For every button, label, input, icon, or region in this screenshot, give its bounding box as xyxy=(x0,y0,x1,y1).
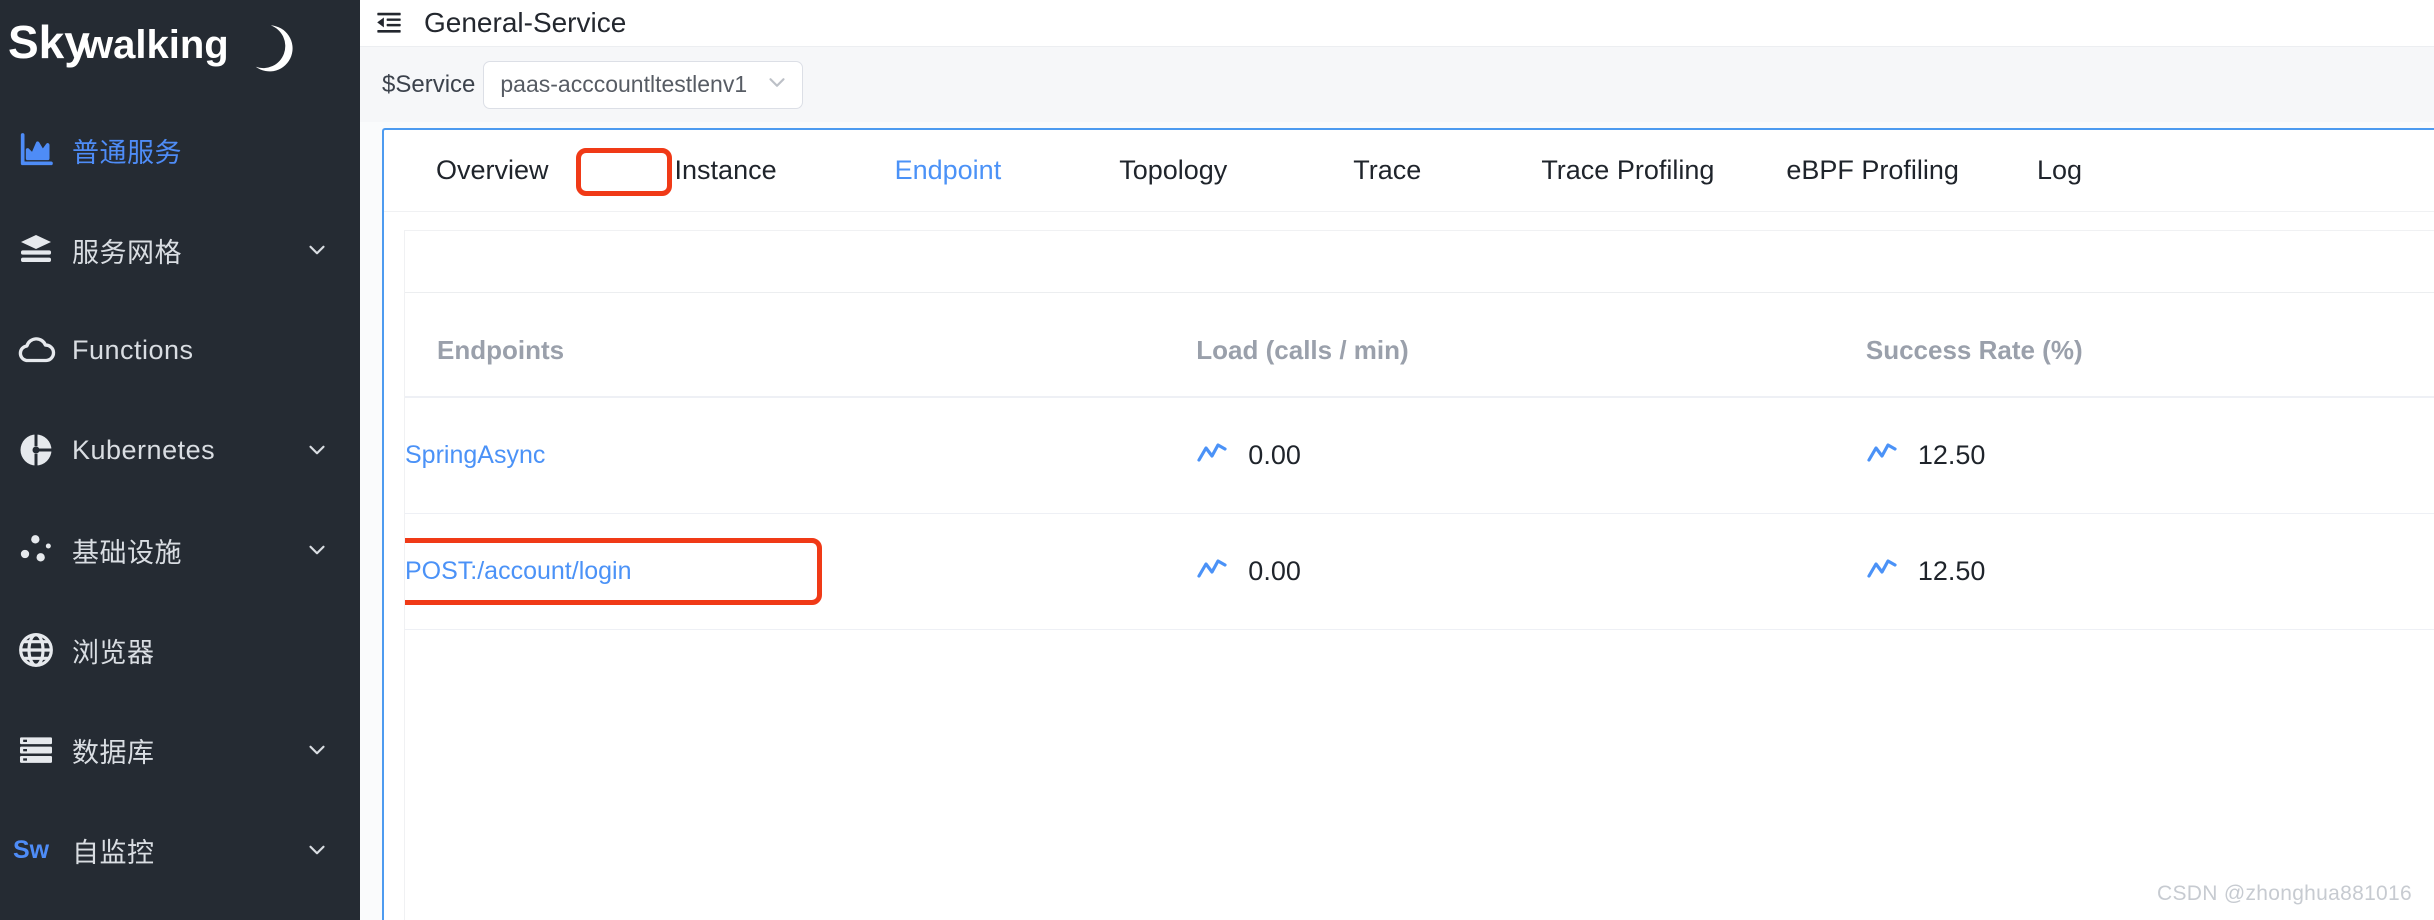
topbar: General-Service xyxy=(360,0,2434,47)
tab-overview[interactable]: Overview xyxy=(432,149,553,192)
table-body: SpringAsync 0.00 12.50 POST:/account/log… xyxy=(405,397,2434,630)
cloud-icon xyxy=(0,329,72,371)
dots-nodes-icon xyxy=(0,530,72,570)
sidebar-item-label: Functions xyxy=(72,334,194,365)
globe-icon xyxy=(0,630,72,670)
line-chart-sparkline-icon[interactable] xyxy=(1196,556,1228,587)
tab-instance[interactable]: Instance xyxy=(671,149,781,192)
line-chart-sparkline-icon[interactable] xyxy=(1866,556,1898,587)
load-value: 0.00 xyxy=(1248,555,1301,586)
sidebar-item-label: 浏览器 xyxy=(72,637,155,668)
layers-stack-icon xyxy=(0,230,72,270)
chevron-down-icon[interactable] xyxy=(300,237,334,263)
sidebar-item-browser[interactable]: 浏览器 xyxy=(0,600,360,700)
content-outer: Overview Instance Endpoint Topology Trac… xyxy=(360,122,2434,920)
line-chart-sparkline-icon[interactable] xyxy=(1196,440,1228,471)
table-head: Endpoints Load (calls / min) Success Rat… xyxy=(405,293,2434,398)
success-rate-value: 12.50 xyxy=(1917,555,1986,586)
sw-logo-icon: Sw xyxy=(0,832,72,868)
skywalking-moon-logo-icon: Sky walking xyxy=(8,16,293,72)
endpoint-panel: Endpoints Load (calls / min) Success Rat… xyxy=(404,230,2434,920)
sidebar-item-self-observability[interactable]: Sw 自监控 xyxy=(0,800,360,900)
tab-bar: Overview Instance Endpoint Topology Trac… xyxy=(384,130,2434,212)
pie-chart-icon xyxy=(0,430,72,470)
load-metric: 0.00 xyxy=(1196,440,1866,471)
endpoint-link-post-account-login[interactable]: POST:/account/login xyxy=(405,557,632,586)
sidebar-item-infrastructure[interactable]: 基础设施 xyxy=(0,500,360,600)
cell-load: 0.00 xyxy=(1196,513,1866,630)
table-row: SpringAsync 0.00 12.50 xyxy=(405,397,2434,514)
service-select-value: paas-acccountltestlenv1 xyxy=(500,71,748,97)
tab-log[interactable]: Log xyxy=(2033,149,2086,192)
column-header-load: Load (calls / min) xyxy=(1196,293,1866,398)
tab-endpoint[interactable]: Endpoint xyxy=(891,149,1006,192)
tab-ebpf-profiling[interactable]: eBPF Profiling xyxy=(1782,149,1963,192)
chevron-down-icon[interactable] xyxy=(300,437,334,463)
brand-logo[interactable]: Sky walking xyxy=(0,0,360,88)
endpoints-table: Endpoints Load (calls / min) Success Rat… xyxy=(405,293,2434,630)
endpoint-panel-wrap: Endpoints Load (calls / min) Success Rat… xyxy=(384,212,2434,920)
tab-topology[interactable]: Topology xyxy=(1115,149,1231,192)
skywalking-app-window: Sky walking 普通服务 服务网格 Functions Kubernet… xyxy=(0,0,2434,920)
menu-fold-icon[interactable] xyxy=(372,6,406,40)
endpoint-link-springasync[interactable]: SpringAsync xyxy=(405,441,545,470)
database-rows-icon xyxy=(0,730,72,770)
sidebar-item-database[interactable]: 数据库 xyxy=(0,700,360,800)
chevron-down-icon[interactable] xyxy=(300,837,334,863)
table-row: POST:/account/login 0.00 12.50 xyxy=(405,513,2434,630)
line-chart-sparkline-icon[interactable] xyxy=(1866,440,1898,471)
table-header-row: Endpoints Load (calls / min) Success Rat… xyxy=(405,293,2434,398)
sidebar-item-label: 基础设施 xyxy=(72,537,182,568)
annotation-box-tab-endpoint xyxy=(576,148,672,196)
watermark: CSDN @zhonghua881016 xyxy=(2157,882,2412,905)
svg-text:Sw: Sw xyxy=(13,836,50,864)
sidebar-item-label: 数据库 xyxy=(72,737,155,768)
page-title: General-Service xyxy=(424,7,627,38)
chevron-down-icon[interactable] xyxy=(300,537,334,563)
sidebar-nav: 普通服务 服务网格 Functions Kubernetes 基础设施 浏览器 … xyxy=(0,88,360,900)
main-area: General-Service $Service paas-acccountlt… xyxy=(360,0,2434,920)
sidebar-item-label: 普通服务 xyxy=(72,137,182,168)
load-metric: 0.00 xyxy=(1196,556,1866,587)
service-select[interactable]: paas-acccountltestlenv1 xyxy=(483,60,804,109)
chevron-down-icon xyxy=(764,69,790,100)
cell-success-rate: 12.50 xyxy=(1865,397,2434,514)
sidebar-item-kubernetes[interactable]: Kubernetes xyxy=(0,400,360,500)
success-rate-metric: 12.50 xyxy=(1866,440,2434,471)
tab-trace-profiling[interactable]: Trace Profiling xyxy=(1537,149,1718,192)
cell-load: 0.00 xyxy=(1196,397,1866,514)
sidebar-item-label: 自监控 xyxy=(72,837,155,868)
chevron-down-icon[interactable] xyxy=(300,737,334,763)
tab-trace[interactable]: Trace xyxy=(1349,149,1425,192)
success-rate-value: 12.50 xyxy=(1917,439,1986,470)
service-detail-card: Overview Instance Endpoint Topology Trac… xyxy=(382,128,2434,920)
load-value: 0.00 xyxy=(1248,439,1301,470)
cell-success-rate: 12.50 xyxy=(1865,513,2434,630)
cell-endpoint: POST:/account/login xyxy=(405,513,1197,630)
cell-endpoint: SpringAsync xyxy=(405,397,1197,514)
sidebar-item-label: Kubernetes xyxy=(72,434,216,465)
sidebar-item-functions[interactable]: Functions xyxy=(0,300,360,400)
column-header-success-rate: Success Rate (%) xyxy=(1865,293,2434,398)
column-header-endpoints: Endpoints xyxy=(405,293,1197,398)
sidebar-item-general-service[interactable]: 普通服务 xyxy=(0,100,360,200)
svg-text:Sky: Sky xyxy=(8,16,90,68)
chart-bar-icon xyxy=(0,130,72,170)
sidebar-item-label: 服务网格 xyxy=(72,237,182,268)
panel-toolbar xyxy=(405,231,2434,293)
sidebar-item-service-mesh[interactable]: 服务网格 xyxy=(0,200,360,300)
service-selector-label: $Service xyxy=(382,70,476,98)
condition-bar: $Service paas-acccountltestlenv1 xyxy=(360,47,2434,122)
success-rate-metric: 12.50 xyxy=(1866,556,2434,587)
svg-text:walking: walking xyxy=(81,23,229,67)
sidebar: Sky walking 普通服务 服务网格 Functions Kubernet… xyxy=(0,0,360,920)
